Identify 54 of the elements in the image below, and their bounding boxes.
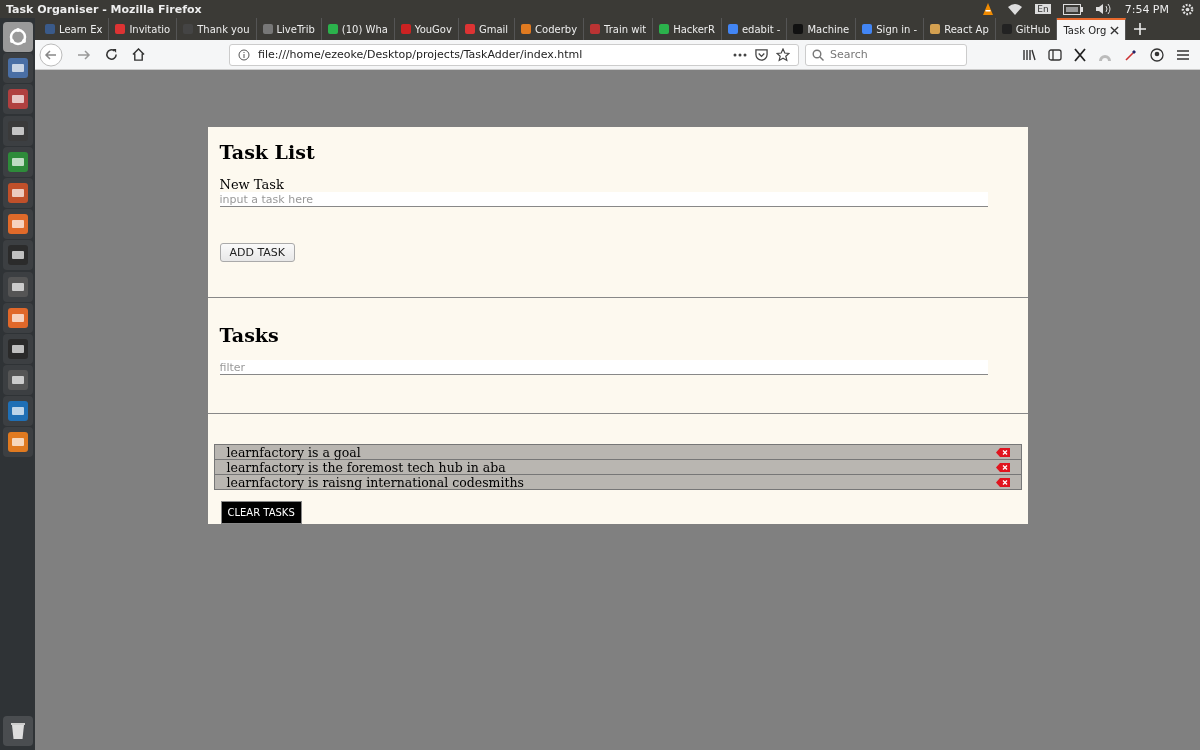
app-launcher-icon[interactable] (2, 333, 33, 364)
task-input-field[interactable]: input a task here (219, 192, 988, 207)
info-icon[interactable] (238, 48, 250, 61)
close-icon[interactable] (1110, 25, 1120, 35)
address-bar[interactable]: file:///home/ezeoke/Desktop/projects/TaskAdder/index.html (229, 43, 799, 66)
app-launcher-icon[interactable] (2, 177, 33, 208)
window-title: Task Organiser - Mozilla Firefox (6, 2, 202, 16)
app-launcher-icon[interactable] (2, 271, 33, 302)
page-title: Task List (219, 141, 315, 163)
volume-icon[interactable] (1094, 3, 1113, 15)
menu-icon[interactable] (1176, 48, 1190, 61)
reload-icon[interactable] (105, 48, 118, 61)
sidebar-icon[interactable] (1048, 48, 1062, 61)
section-heading: Tasks (219, 324, 279, 346)
search-icon (812, 48, 824, 61)
power-gear-icon[interactable] (1181, 2, 1194, 16)
app-launcher-icon[interactable] (2, 209, 33, 240)
app-launcher-icon[interactable] (2, 396, 33, 427)
trash-icon[interactable] (2, 716, 33, 746)
more-icon[interactable] (733, 52, 747, 57)
field-label: New Task (219, 177, 284, 192)
search-field[interactable]: Search (805, 43, 967, 66)
app-launcher-icon[interactable] (2, 302, 33, 333)
forward-icon[interactable] (77, 47, 91, 62)
delete-icon[interactable] (995, 447, 1010, 457)
library-icon[interactable] (1022, 47, 1036, 62)
keyboard-layout-indicator[interactable]: En (1035, 4, 1051, 14)
eyedropper-icon[interactable] (1124, 47, 1138, 62)
home-icon[interactable] (132, 48, 145, 61)
delete-icon[interactable] (995, 477, 1010, 487)
star-icon[interactable] (776, 47, 790, 62)
battery-icon[interactable] (1062, 3, 1083, 15)
app-launcher-icon[interactable] (2, 146, 33, 177)
app-launcher-icon[interactable] (2, 365, 33, 396)
app-launcher-icon[interactable] (2, 240, 33, 271)
add-task-button[interactable]: ADD TASK (219, 243, 296, 262)
task-text: learnfactory is raisng international codesmiths (226, 474, 524, 490)
ubuntu-logo-icon[interactable] (2, 22, 33, 52)
app-launcher-icon[interactable] (2, 427, 33, 458)
delete-icon[interactable] (995, 462, 1010, 472)
clock[interactable]: 7:54 PM (1124, 2, 1169, 16)
account-icon[interactable] (1150, 47, 1164, 62)
app-launcher-icon[interactable] (2, 84, 33, 115)
filter-input-field[interactable]: filter (219, 360, 988, 375)
task-text: learnfactory is the foremost tech hub in aba (226, 459, 506, 475)
browser-tab[interactable]: Task Org (1057, 18, 1127, 40)
cone-icon[interactable] (981, 2, 996, 16)
task-text: learnfactory is a goal (226, 444, 361, 460)
clear-tasks-button[interactable]: CLEAR TASKS (220, 501, 302, 524)
pocket-icon[interactable] (755, 48, 768, 61)
app-launcher-icon[interactable] (2, 53, 33, 84)
app-launcher-icon[interactable] (2, 115, 33, 146)
wifi-icon[interactable] (1007, 3, 1024, 15)
new-tab-icon[interactable] (1134, 23, 1147, 35)
